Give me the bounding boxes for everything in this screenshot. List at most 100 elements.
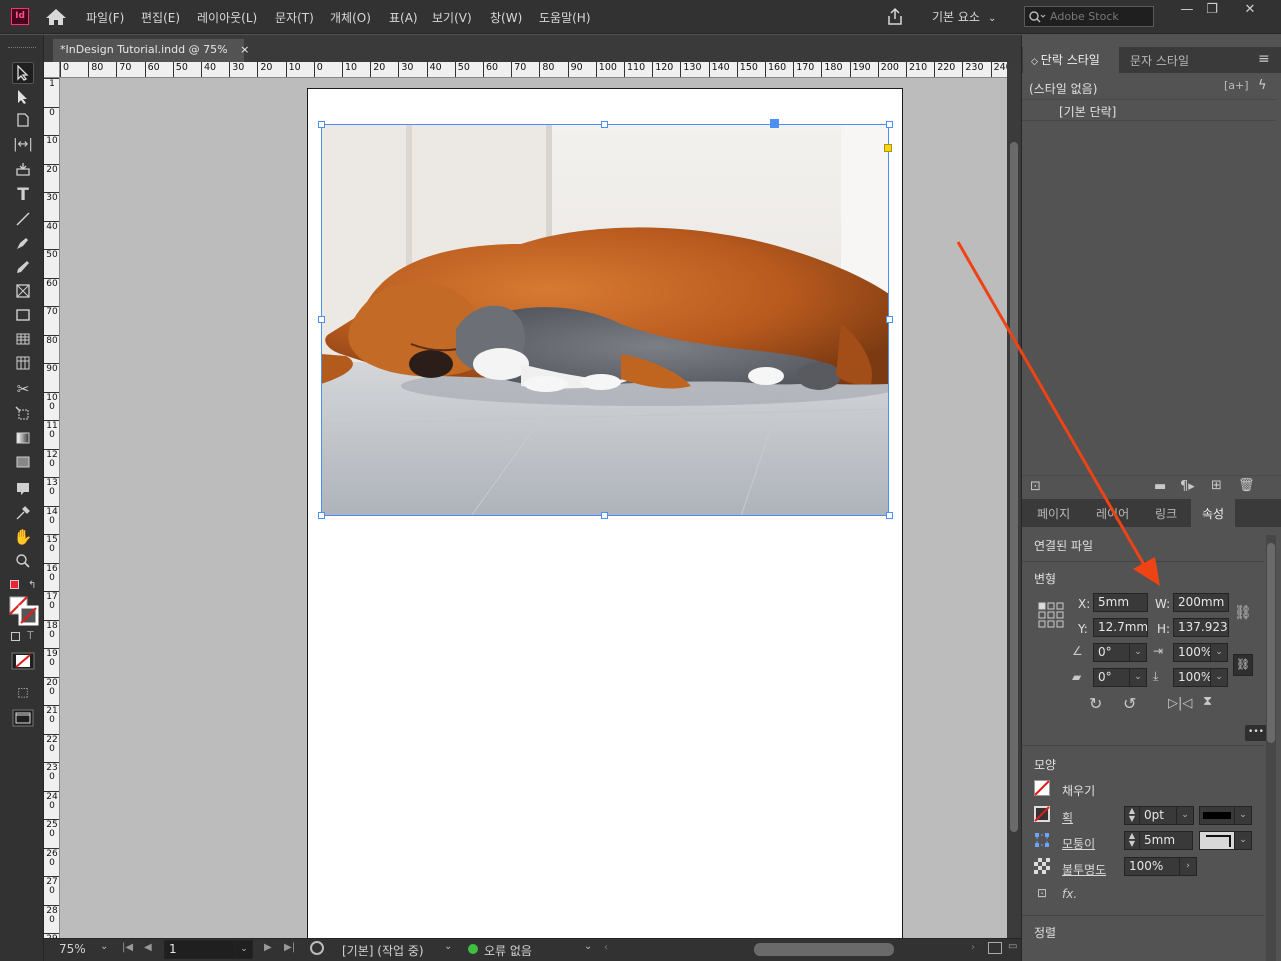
- image-frame-selection[interactable]: [321, 124, 889, 516]
- rotation-dropdown-icon[interactable]: ⌄: [1129, 643, 1147, 662]
- pen-tool-icon[interactable]: [12, 232, 34, 254]
- vertical-scroll-thumb[interactable]: [1010, 142, 1018, 832]
- toolbar-grip[interactable]: [8, 47, 36, 49]
- vertical-ruler[interactable]: 1 0 10 20 30 40 50 60 70 80 90 100 110 120 130 140 150 16…: [44, 78, 60, 938]
- width-field[interactable]: 200mm: [1173, 593, 1229, 612]
- tab-links[interactable]: 링크: [1155, 505, 1177, 522]
- zoom-tool-icon[interactable]: [12, 550, 34, 572]
- stroke-weight-field[interactable]: 0pt: [1139, 806, 1177, 825]
- page-dropdown-icon[interactable]: ⌄: [235, 940, 253, 959]
- grid-tool-icon[interactable]: [12, 352, 34, 374]
- menu-layout[interactable]: 레이아웃(L): [197, 9, 257, 26]
- reference-point-icon[interactable]: [1038, 602, 1064, 628]
- clear-override-icon[interactable]: ¶▸: [1180, 479, 1195, 494]
- x-position-field[interactable]: 5mm: [1093, 593, 1148, 612]
- maximize-button[interactable]: ❐: [1197, 2, 1227, 22]
- selection-tool-icon[interactable]: [12, 62, 34, 84]
- style-none-item[interactable]: (스타일 없음): [1029, 80, 1097, 97]
- content-grabber-handle[interactable]: [770, 119, 779, 128]
- error-status[interactable]: 오류 없음: [484, 942, 532, 959]
- previous-page-icon[interactable]: ◀: [144, 942, 152, 953]
- shear-dropdown-icon[interactable]: ⌄: [1129, 668, 1147, 687]
- line-tool-icon[interactable]: [12, 208, 34, 230]
- formatting-text-icon[interactable]: T: [27, 629, 34, 642]
- resize-grip-icon[interactable]: ▭: [1008, 941, 1017, 952]
- stroke-label[interactable]: 획: [1062, 809, 1073, 826]
- menu-file[interactable]: 파일(F): [86, 9, 124, 26]
- rotate-clockwise-icon[interactable]: ↻: [1089, 694, 1102, 713]
- eyedropper-tool-icon[interactable]: [12, 502, 34, 524]
- menu-type[interactable]: 문자(T): [275, 9, 314, 26]
- fill-label[interactable]: 채우기: [1062, 782, 1095, 799]
- page-number-field[interactable]: 1: [164, 940, 236, 959]
- opacity-label[interactable]: 불투명도: [1062, 861, 1106, 878]
- document-tab[interactable]: *InDesign Tutorial.indd @ 75% ×: [52, 38, 249, 62]
- page-tool-icon[interactable]: [12, 109, 34, 131]
- pencil-tool-icon[interactable]: [12, 256, 34, 278]
- height-field[interactable]: 137.923r: [1173, 618, 1229, 637]
- profile-dropdown-icon[interactable]: ⌄: [444, 941, 452, 952]
- flip-horizontal-icon[interactable]: ▷|◁: [1168, 696, 1192, 711]
- properties-scroll-thumb[interactable]: [1267, 543, 1275, 743]
- scale-x-field[interactable]: 100%: [1173, 643, 1211, 662]
- screen-mode-icon[interactable]: ⬚: [12, 681, 34, 703]
- zoom-dropdown-icon[interactable]: ⌄: [100, 941, 108, 952]
- tab-layers[interactable]: 레이어: [1096, 505, 1129, 522]
- home-icon[interactable]: [44, 7, 68, 27]
- menu-object[interactable]: 개체(O): [330, 9, 371, 26]
- opacity-arrow-icon[interactable]: ›: [1179, 857, 1197, 876]
- rectangle-tool-icon[interactable]: [12, 304, 34, 326]
- stroke-type-dropdown-icon[interactable]: ⌄: [1234, 806, 1252, 825]
- table-tool-icon[interactable]: [12, 328, 34, 350]
- flip-vertical-icon[interactable]: ⧗: [1203, 694, 1212, 709]
- tab-properties[interactable]: 속성: [1191, 499, 1235, 527]
- resize-handle[interactable]: [886, 512, 893, 519]
- view-mode-icon[interactable]: [12, 709, 34, 727]
- opacity-field[interactable]: 100%: [1124, 857, 1180, 876]
- tab-pages[interactable]: 페이지: [1037, 505, 1070, 522]
- corner-shape-select[interactable]: [1199, 831, 1235, 850]
- preflight-profile[interactable]: [기본] (작업 중): [342, 942, 424, 959]
- type-tool-icon[interactable]: T: [12, 184, 34, 206]
- workspace-switcher[interactable]: 기본 요소 ⌄: [932, 8, 996, 25]
- corner-label[interactable]: 모퉁이: [1062, 835, 1095, 852]
- resize-handle[interactable]: [886, 316, 893, 323]
- properties-scrollbar[interactable]: [1266, 535, 1276, 961]
- new-folder-icon[interactable]: ▬: [1154, 479, 1166, 494]
- note-tool-icon[interactable]: [12, 478, 34, 500]
- resize-handle[interactable]: [601, 512, 608, 519]
- corner-options-icon[interactable]: [1034, 832, 1050, 848]
- tab-character-styles[interactable]: 문자 스타일: [1130, 52, 1189, 69]
- share-icon[interactable]: [885, 7, 905, 27]
- constrain-proportions-icon[interactable]: ⛓: [1234, 605, 1252, 621]
- new-style-icon[interactable]: ⊞: [1211, 478, 1222, 493]
- tab-paragraph-styles[interactable]: ◇ 단락 스타일: [1023, 47, 1119, 73]
- menu-view[interactable]: 보기(V): [432, 9, 472, 26]
- more-options-button[interactable]: •••: [1245, 725, 1267, 741]
- stroke-none-icon[interactable]: [1034, 806, 1050, 822]
- apply-none-icon[interactable]: [11, 652, 35, 670]
- rotation-field[interactable]: 0°: [1093, 643, 1130, 662]
- horizontal-ruler[interactable]: 0 80 70 60 50 40 30 20 10 0 10 20 30 40 50 60 70 80 90 100 1…: [60, 62, 1007, 78]
- gradient-feather-tool-icon[interactable]: [12, 451, 34, 473]
- panel-menu-icon[interactable]: ≡: [1258, 51, 1270, 67]
- gradient-swatch-tool-icon[interactable]: [12, 427, 34, 449]
- close-tab-icon[interactable]: ×: [240, 43, 249, 56]
- free-transform-tool-icon[interactable]: [12, 403, 34, 425]
- scale-y-field[interactable]: 100%: [1173, 668, 1211, 687]
- menu-help[interactable]: 도움말(H): [539, 9, 591, 26]
- scale-x-dropdown-icon[interactable]: ⌄: [1210, 643, 1228, 662]
- resize-handle[interactable]: [318, 316, 325, 323]
- constrain-scale-icon[interactable]: ⛓: [1233, 654, 1253, 676]
- resize-handle[interactable]: [318, 121, 325, 128]
- delete-style-icon[interactable]: 🗑: [1238, 478, 1255, 493]
- horizontal-scroll-thumb[interactable]: [754, 943, 894, 956]
- live-corner-handle[interactable]: [884, 144, 892, 152]
- corner-shape-dropdown-icon[interactable]: ⌄: [1234, 831, 1252, 850]
- content-collector-icon[interactable]: [12, 158, 34, 180]
- default-colors-icon[interactable]: [10, 580, 19, 589]
- resize-handle[interactable]: [318, 512, 325, 519]
- swap-colors-icon[interactable]: ↰: [28, 580, 36, 591]
- stroke-weight-dropdown-icon[interactable]: ⌄: [1176, 806, 1194, 825]
- new-style-badge[interactable]: [a+]: [1224, 79, 1249, 92]
